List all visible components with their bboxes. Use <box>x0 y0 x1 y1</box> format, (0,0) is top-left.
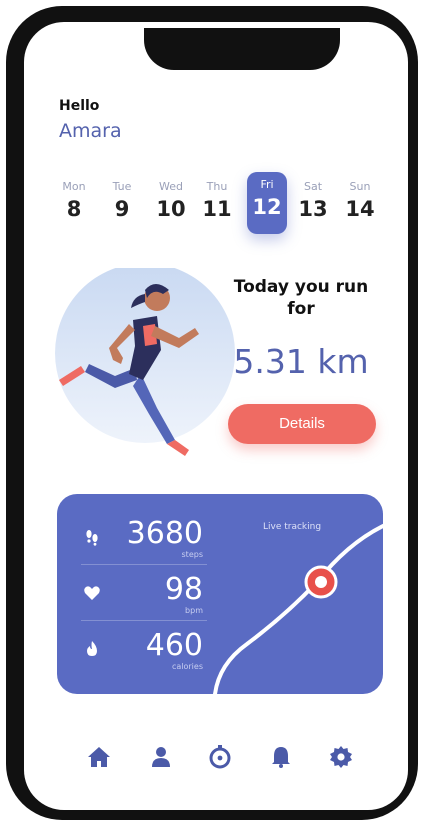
steps-value: 3680 <box>126 516 203 551</box>
greeting-hello: Hello <box>59 98 100 114</box>
stat-divider <box>81 564 207 565</box>
home-icon[interactable] <box>86 744 112 770</box>
location-marker-dot <box>315 576 327 588</box>
runner-front-shoe <box>167 440 189 456</box>
day-date: 12 <box>252 195 282 219</box>
day-sat[interactable]: Sat 13 <box>293 174 333 221</box>
timer-icon[interactable] <box>207 744 233 770</box>
day-sun[interactable]: Sun 14 <box>340 174 380 221</box>
stats-card: 3680 steps 98 bpm 460 calories Live trac… <box>57 494 383 694</box>
heart-rate-value: 98 <box>164 572 203 607</box>
run-distance: 5.31 km <box>233 342 369 381</box>
day-thu[interactable]: Thu 11 <box>197 174 237 221</box>
bottom-nav <box>80 744 360 774</box>
day-mon[interactable]: Mon 8 <box>54 174 94 221</box>
calories-stat: 460 calories <box>57 622 217 678</box>
phone-notch <box>144 28 340 70</box>
live-tracking-map[interactable] <box>207 494 383 694</box>
day-name: Sun <box>349 180 371 193</box>
day-date: 10 <box>156 197 186 221</box>
calories-value: 460 <box>145 628 203 663</box>
heart-icon <box>84 586 100 600</box>
day-date: 8 <box>66 197 82 221</box>
run-title: Today you run for <box>233 277 369 319</box>
profile-icon[interactable] <box>148 744 174 770</box>
day-wed[interactable]: Wed 10 <box>151 174 191 221</box>
heart-rate-stat: 98 bpm <box>57 566 217 622</box>
day-date: 9 <box>114 197 130 221</box>
heart-rate-unit: bpm <box>185 606 203 615</box>
flame-icon <box>87 641 97 656</box>
day-name: Thu <box>206 180 228 193</box>
details-button[interactable]: Details <box>228 404 376 444</box>
calories-unit: calories <box>171 662 203 671</box>
steps-stat: 3680 steps <box>57 510 217 566</box>
day-fri-selected[interactable]: Fri 12 <box>247 172 287 234</box>
footprints-icon <box>86 530 98 546</box>
day-name: Wed <box>159 180 183 193</box>
day-date: 14 <box>345 197 375 221</box>
day-name: Mon <box>62 180 86 193</box>
settings-icon[interactable] <box>328 744 354 770</box>
runner-illustration <box>55 268 235 456</box>
stat-divider <box>81 620 207 621</box>
day-tue[interactable]: Tue 9 <box>102 174 142 221</box>
route-path <box>213 524 383 694</box>
user-name: Amara <box>59 120 122 142</box>
day-name: Fri <box>260 178 274 191</box>
day-name: Sat <box>303 180 323 193</box>
bell-icon[interactable] <box>268 744 294 770</box>
week-day-picker: Mon 8 Tue 9 Wed 10 Thu 11 Fri 12 Sat 13 … <box>54 172 384 238</box>
day-name: Tue <box>112 180 132 193</box>
steps-unit: steps <box>181 550 203 559</box>
day-date: 13 <box>298 197 328 221</box>
day-date: 11 <box>202 197 232 221</box>
